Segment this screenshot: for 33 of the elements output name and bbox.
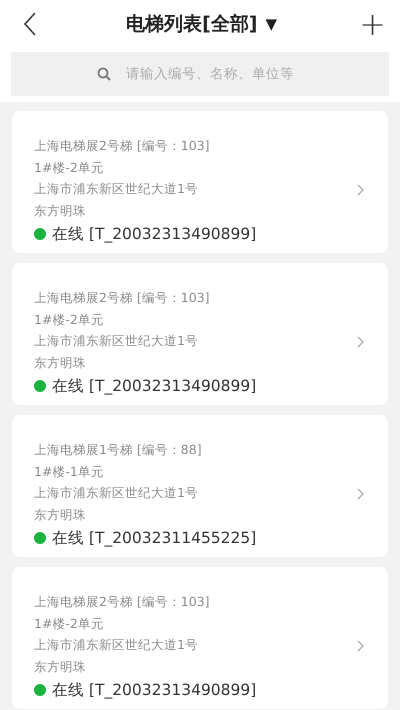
building-text: 东方明珠: [34, 354, 87, 372]
building-text: 东方明珠: [34, 202, 87, 220]
elevator-name: 上海电梯展2号梯 [编号：103]: [34, 289, 211, 307]
elevator-name: 上海电梯展2号梯 [编号：103]: [34, 137, 211, 155]
elevator-card[interactable]: 上海电梯展2号梯 [编号：103] 1#楼-2单元 上海市浦东新区世纪大道1号 东方明珠 在线 [T_20032313490899]: [12, 263, 388, 405]
chevron-right-icon: [357, 640, 364, 652]
chevron-right-icon: [357, 488, 364, 500]
address-text: 上海市浦东新区世纪大道1号: [34, 484, 199, 502]
status-text: 在线 [T_20032313490899]: [52, 680, 256, 701]
status-text: 在线 [T_20032311455225]: [52, 528, 256, 549]
elevator-card[interactable]: 上海电梯展2号梯 [编号：103] 1#楼-2单元 上海市浦东新区世纪大道1号 东方明珠 在线 [T_20032313490899]: [12, 111, 388, 253]
chevron-right-icon: [357, 184, 364, 196]
chevron-right-icon: [357, 336, 364, 348]
search-icon: [97, 67, 111, 81]
unit-text: 1#楼-2单元: [34, 614, 105, 632]
elevator-name: 上海电梯展1号梯 [编号：88]: [34, 441, 203, 459]
unit-text: 1#楼-1单元: [34, 462, 105, 480]
dropdown-caret[interactable]: ▼: [266, 15, 278, 33]
address-text: 上海市浦东新区世纪大道1号: [34, 636, 199, 654]
building-text: 东方明珠: [34, 658, 87, 676]
elevator-card[interactable]: 上海电梯展2号梯 [编号：103] 1#楼-2单元 上海市浦东新区世纪大道1号 东方明珠 在线 [T_20032313490899]: [12, 567, 388, 709]
unit-text: 1#楼-2单元: [34, 158, 105, 176]
address-text: 上海市浦东新区世纪大道1号: [34, 180, 199, 198]
status-text: 在线 [T_20032313490899]: [52, 376, 256, 397]
page-title: 电梯列表[全部]: [126, 12, 258, 37]
elevator-name: 上海电梯展2号梯 [编号：103]: [34, 593, 211, 611]
building-text: 东方明珠: [34, 506, 87, 524]
elevator-card[interactable]: 上海电梯展1号梯 [编号：88] 1#楼-1单元 上海市浦东新区世纪大道1号 东方明珠 在线 [T_20032311455225]: [12, 415, 388, 557]
add-button[interactable]: +: [359, 10, 386, 38]
search-field[interactable]: 请输入编号、名称、单位等: [11, 52, 389, 96]
unit-text: 1#楼-2单元: [34, 310, 105, 328]
address-text: 上海市浦东新区世纪大道1号: [34, 332, 199, 350]
status-text: 在线 [T_20032313490899]: [52, 224, 256, 245]
